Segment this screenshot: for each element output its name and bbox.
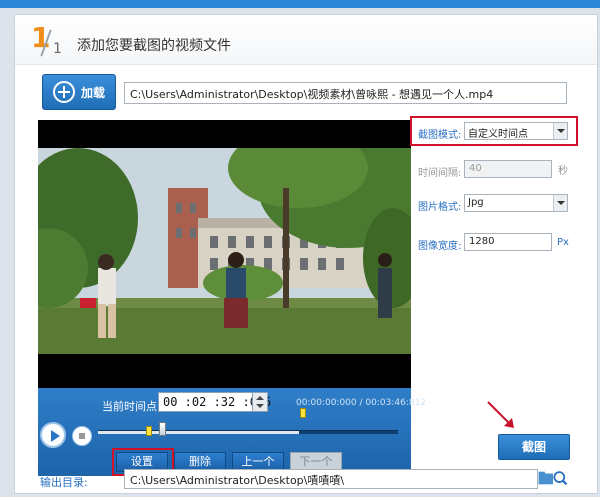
video-scene bbox=[38, 148, 411, 354]
player-controls: 当前时间点: 00 :02 :32 :025 00:00:00:000 / 00… bbox=[38, 388, 426, 476]
mode-highlight bbox=[410, 116, 578, 146]
plus-icon bbox=[52, 81, 75, 103]
interval-unit: 秒 bbox=[558, 166, 568, 177]
panel-header: 1 1 添加您要截图的视频文件 bbox=[15, 15, 597, 65]
spin-down-icon[interactable] bbox=[256, 404, 264, 408]
width-input[interactable]: 1280 bbox=[464, 233, 552, 251]
format-label: 图片格式: bbox=[418, 202, 462, 213]
step-indicator: 1 1 bbox=[31, 21, 71, 59]
top-bar bbox=[0, 0, 600, 8]
interval-label: 时间间隔: bbox=[418, 168, 462, 179]
chevron-down-icon bbox=[553, 195, 567, 211]
load-button[interactable]: 加载 bbox=[42, 74, 116, 110]
step-total: 1 bbox=[53, 41, 62, 57]
load-button-label: 加载 bbox=[80, 85, 105, 100]
file-path-field[interactable]: C:\Users\Administrator\Desktop\视频素材\曾咏熙 … bbox=[124, 82, 567, 104]
current-time-label: 当前时间点: bbox=[102, 400, 161, 413]
page-title: 添加您要截图的视频文件 bbox=[77, 38, 231, 54]
capture-button[interactable]: 截图 bbox=[498, 434, 570, 460]
video-player: 当前时间点: 00 :02 :32 :025 00:00:00:000 / 00… bbox=[38, 120, 426, 476]
width-unit: Px bbox=[557, 237, 569, 248]
current-time-input[interactable]: 00 :02 :32 :025 bbox=[158, 392, 271, 412]
timeline-track[interactable] bbox=[98, 430, 398, 434]
format-select[interactable]: Jpg bbox=[464, 194, 568, 212]
play-icon[interactable] bbox=[40, 422, 66, 448]
stop-icon[interactable] bbox=[72, 426, 92, 446]
spin-up-icon[interactable] bbox=[256, 396, 264, 400]
timeline-progress bbox=[98, 431, 299, 434]
time-spinner[interactable] bbox=[252, 392, 268, 412]
interval-input[interactable]: 40 bbox=[464, 160, 552, 178]
timepoint-marker[interactable] bbox=[300, 408, 306, 418]
format-value: Jpg bbox=[468, 197, 484, 208]
time-total: 00:00:00:000 / 00:03:46:812 bbox=[296, 398, 427, 408]
video-frame bbox=[38, 120, 411, 388]
output-path-field[interactable]: C:\Users\Administrator\Desktop\嘖嘖嘖\ bbox=[124, 469, 538, 489]
timepoint-marker[interactable] bbox=[146, 426, 152, 436]
folder-search-icon[interactable] bbox=[536, 469, 570, 487]
width-label: 图像宽度: bbox=[418, 241, 462, 252]
annotation-arrow bbox=[487, 401, 514, 428]
timeline-thumb[interactable] bbox=[159, 422, 166, 436]
output-label: 输出目录: bbox=[40, 476, 88, 489]
